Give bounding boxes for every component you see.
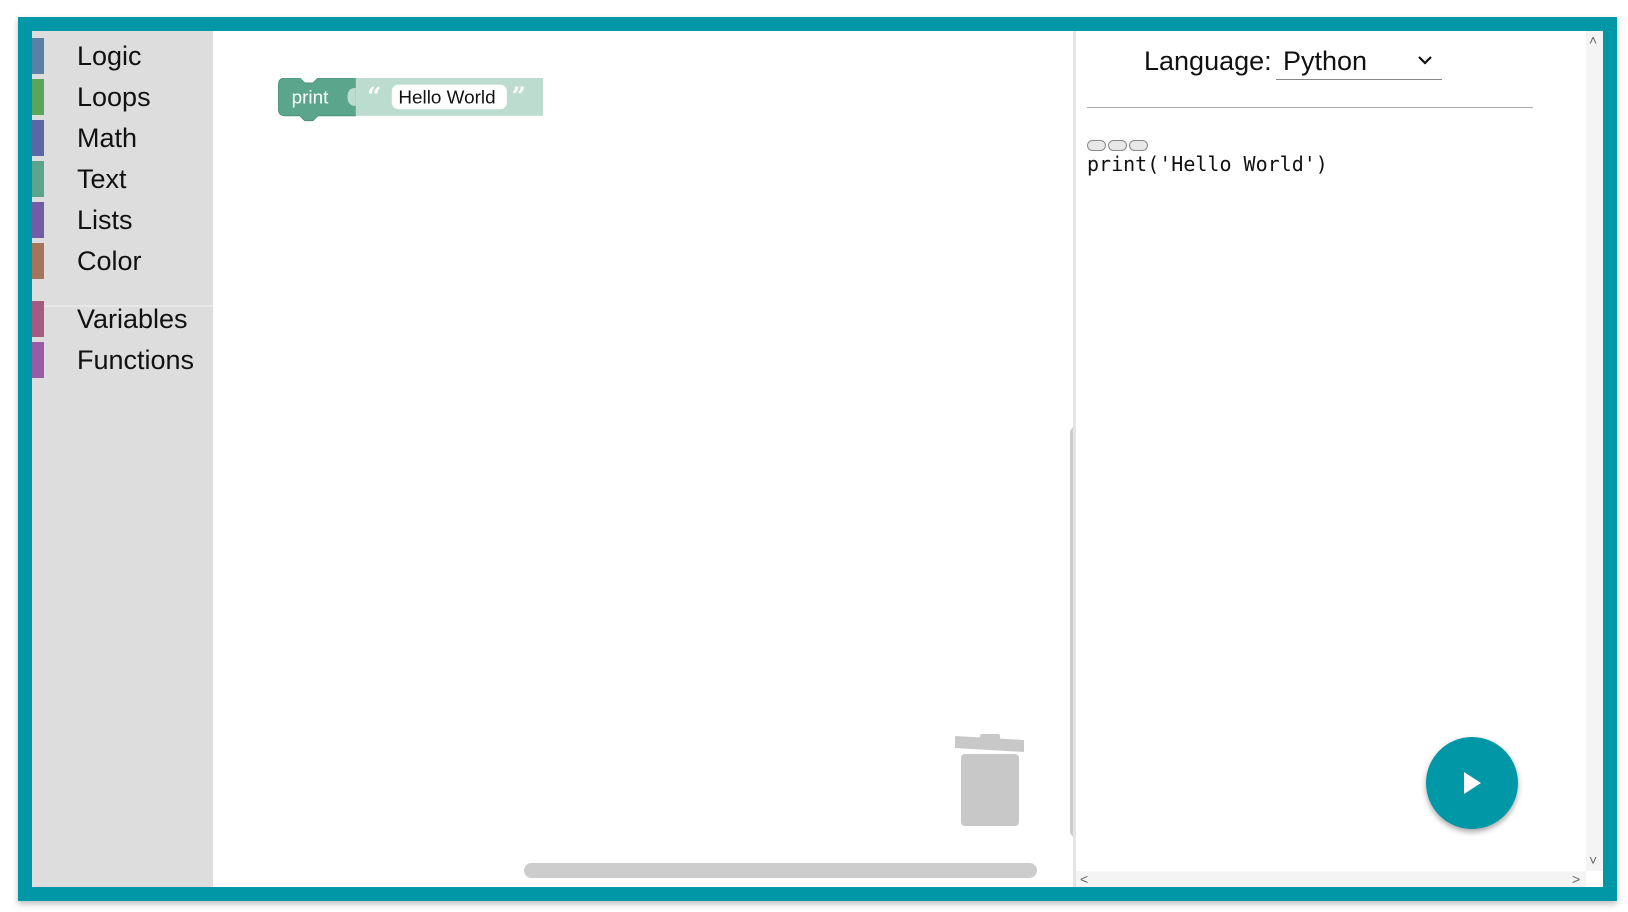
run-button[interactable] (1426, 737, 1518, 829)
toolbox-category-variables[interactable]: Variables (32, 300, 213, 338)
scroll-right-icon[interactable]: ˃ (1572, 872, 1580, 886)
oval-marker (1129, 140, 1148, 151)
open-quote-icon: “ (367, 81, 381, 110)
toolbox: Logic Loops Math Text Lists Color Variab… (32, 31, 213, 887)
print-block[interactable]: print “ Hello World ” (249, 78, 579, 124)
category-color-stripe (32, 342, 44, 378)
workspace-horizontal-scrollbar[interactable] (524, 863, 1037, 878)
language-select-value: Python (1283, 46, 1368, 76)
collapsed-code-indicator (1087, 140, 1148, 151)
category-label: Color (77, 245, 142, 276)
close-quote-icon: ” (512, 81, 526, 110)
language-row: Language: Python (1076, 31, 1586, 101)
category-label: Functions (77, 344, 195, 375)
toolbox-category-color[interactable]: Color (32, 242, 213, 280)
scroll-left-icon[interactable]: ˂ (1080, 872, 1088, 886)
category-color-stripe (32, 38, 44, 74)
app-frame: Logic Loops Math Text Lists Color Variab… (18, 17, 1617, 901)
language-select[interactable]: Python (1276, 45, 1442, 80)
category-label: Math (77, 122, 138, 153)
category-color-stripe (32, 243, 44, 279)
toolbox-category-loops[interactable]: Loops (32, 78, 213, 116)
oval-marker (1108, 140, 1127, 151)
category-color-stripe (32, 79, 44, 115)
category-color-stripe (32, 161, 44, 197)
toolbox-category-logic[interactable]: Logic (32, 37, 213, 75)
scroll-down-icon[interactable]: ˅ (1589, 853, 1597, 867)
toolbox-category-text[interactable]: Text (32, 160, 213, 198)
blocks-workspace[interactable]: print “ Hello World ” (213, 31, 1084, 887)
category-color-stripe (32, 120, 44, 156)
category-label: Lists (77, 204, 133, 235)
scroll-up-icon[interactable]: ˄ (1589, 33, 1597, 47)
oval-marker (1087, 140, 1106, 151)
app-window: Logic Loops Math Text Lists Color Variab… (32, 31, 1603, 887)
toolbox-category-functions[interactable]: Functions (32, 341, 213, 379)
category-label: Text (77, 163, 127, 194)
language-divider (1087, 107, 1533, 108)
string-field-value: Hello World (398, 87, 495, 108)
category-label: Variables (77, 303, 188, 334)
code-panel-horizontal-scrollbar[interactable]: ˂ ˃ (1076, 871, 1586, 887)
play-icon (1464, 772, 1481, 794)
category-label: Logic (77, 40, 142, 71)
toolbox-category-math[interactable]: Math (32, 119, 213, 157)
language-label: Language: (1144, 46, 1272, 76)
generated-code: print('Hello World') (1087, 152, 1328, 176)
trash-icon[interactable] (954, 734, 1028, 830)
category-color-stripe (32, 301, 44, 337)
category-color-stripe (32, 202, 44, 238)
code-panel-vertical-scrollbar[interactable]: ˄ ˅ (1586, 31, 1603, 871)
category-label: Loops (77, 81, 151, 112)
print-keyword: print (292, 87, 329, 108)
chevron-down-icon (1418, 56, 1432, 65)
toolbox-category-lists[interactable]: Lists (32, 201, 213, 239)
